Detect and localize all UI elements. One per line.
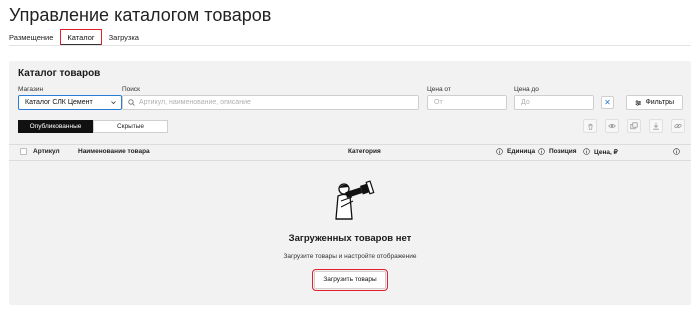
column-name[interactable]: Наименование товара [78,148,150,155]
trash-icon [587,123,593,130]
tabs-divider [9,45,691,46]
store-select[interactable]: Каталог СЛК Цемент [18,95,122,110]
tab-catalog[interactable]: Каталог [60,29,102,46]
filters-button[interactable]: Фильтры [626,95,683,110]
segment-published[interactable]: Опубликованные [18,120,93,133]
delete-button[interactable] [583,119,597,133]
catalog-panel: Каталог товаров Магазин Каталог СЛК Цеме… [9,61,691,305]
filters-button-label: Фильтры [645,99,674,106]
sliders-icon [635,99,641,106]
select-all-checkbox[interactable] [20,148,27,155]
store-label: Магазин [18,86,44,93]
copy-button[interactable] [627,119,641,133]
column-position[interactable]: Позиция [549,148,577,155]
visibility-button[interactable] [605,119,619,133]
store-select-value: Каталог СЛК Цемент [25,99,93,106]
publish-state-toggle: Опубликованные Скрытые [18,120,168,133]
upload-products-button[interactable]: Загрузить товары [312,269,388,291]
search-icon [128,99,135,106]
search-input[interactable]: Артикул, наименование, описание [122,95,419,110]
eye-icon [608,123,616,129]
column-price[interactable]: Цена, ₽ [594,148,618,156]
tab-upload[interactable]: Загрузка [109,30,139,45]
close-icon: ✕ [604,98,611,107]
clear-filters-button[interactable]: ✕ [601,96,614,109]
link-icon [674,123,682,129]
segment-hidden[interactable]: Скрытые [93,120,168,133]
link-button[interactable] [671,119,685,133]
empty-state-subtitle: Загрузите товары и настройте отображение [283,253,417,260]
empty-state-title: Загруженных товаров нет [288,233,412,244]
column-unit[interactable]: Единица [507,148,535,155]
copy-icon [630,122,638,130]
price-from-input[interactable]: От [427,95,507,110]
info-icon [496,148,503,155]
download-button[interactable] [649,119,663,133]
price-from-label: Цена от [427,86,451,93]
info-icon [583,148,590,155]
tab-placement[interactable]: Размещение [9,30,53,45]
table-header: Артикул Наименование товара Категория Ед… [9,144,691,161]
page-title: Управление каталогом товаров [9,5,272,25]
column-category[interactable]: Категория [348,148,381,155]
tab-bar: Размещение Каталог Загрузка [9,29,153,46]
chevron-down-icon [111,101,116,105]
column-sku[interactable]: Артикул [33,148,60,155]
price-to-input[interactable]: До [514,95,594,110]
search-placeholder: Артикул, наименование, описание [139,99,251,106]
search-label: Поиск [122,86,141,93]
info-icon [538,148,545,155]
panel-title: Каталог товаров [18,68,101,79]
telescope-person-illustration [335,180,375,220]
download-icon [653,122,659,130]
info-icon [673,148,680,155]
price-to-label: Цена до [514,86,539,93]
